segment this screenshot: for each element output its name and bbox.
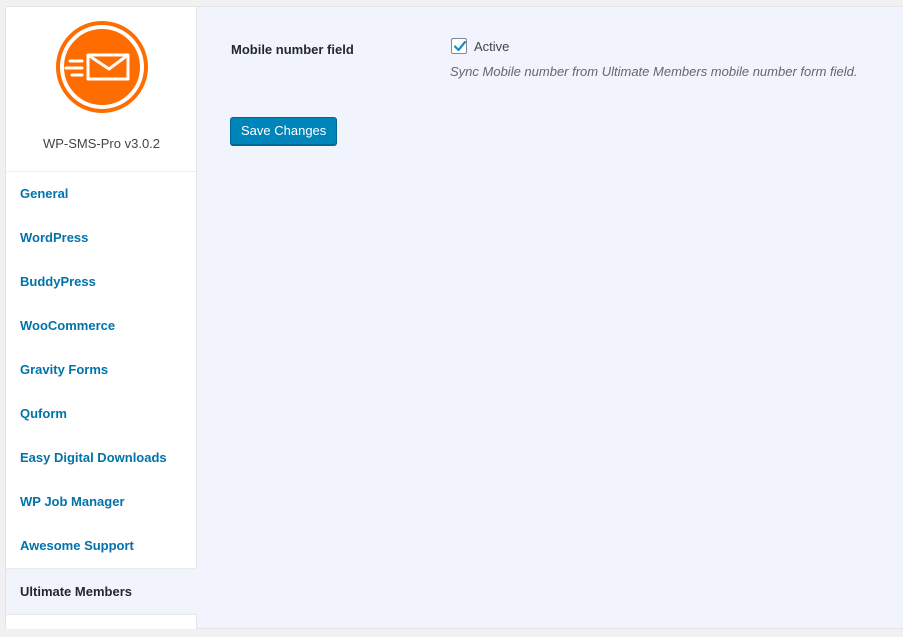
sidebar-item-quform[interactable]: Quform xyxy=(6,392,196,436)
sidebar-item-ultimate-members[interactable]: Ultimate Members xyxy=(6,568,197,615)
save-changes-button[interactable]: Save Changes xyxy=(230,117,338,145)
sidebar-item-wordpress[interactable]: WordPress xyxy=(6,216,196,260)
sidebar-item-general[interactable]: General xyxy=(6,172,196,216)
settings-panel: WP-SMS-Pro v3.0.2 General WordPress Budd… xyxy=(5,6,903,629)
field-description: Sync Mobile number from Ultimate Members… xyxy=(450,64,858,79)
active-checkbox[interactable] xyxy=(451,38,467,54)
settings-nav: General WordPress BuddyPress WooCommerce… xyxy=(6,172,197,615)
sidebar-item-easy-digital-downloads[interactable]: Easy Digital Downloads xyxy=(6,436,196,480)
plugin-header: WP-SMS-Pro v3.0.2 xyxy=(6,7,196,172)
active-checkbox-label[interactable]: Active xyxy=(474,39,509,54)
sidebar-item-woocommerce[interactable]: WooCommerce xyxy=(6,304,196,348)
envelope-icon xyxy=(56,21,148,113)
sidebar-item-wp-job-manager[interactable]: WP Job Manager xyxy=(6,480,196,524)
logo xyxy=(54,19,150,115)
settings-content: Mobile number field Active Sync Mobile n… xyxy=(197,7,903,628)
plugin-version: WP-SMS-Pro v3.0.2 xyxy=(42,136,161,151)
sidebar-item-awesome-support[interactable]: Awesome Support xyxy=(6,524,196,568)
settings-sidebar: WP-SMS-Pro v3.0.2 General WordPress Budd… xyxy=(6,7,197,629)
mobile-number-field-label: Mobile number field xyxy=(231,42,354,57)
checkmark-icon xyxy=(453,40,467,52)
sidebar-item-buddypress[interactable]: BuddyPress xyxy=(6,260,196,304)
sidebar-item-gravity-forms[interactable]: Gravity Forms xyxy=(6,348,196,392)
